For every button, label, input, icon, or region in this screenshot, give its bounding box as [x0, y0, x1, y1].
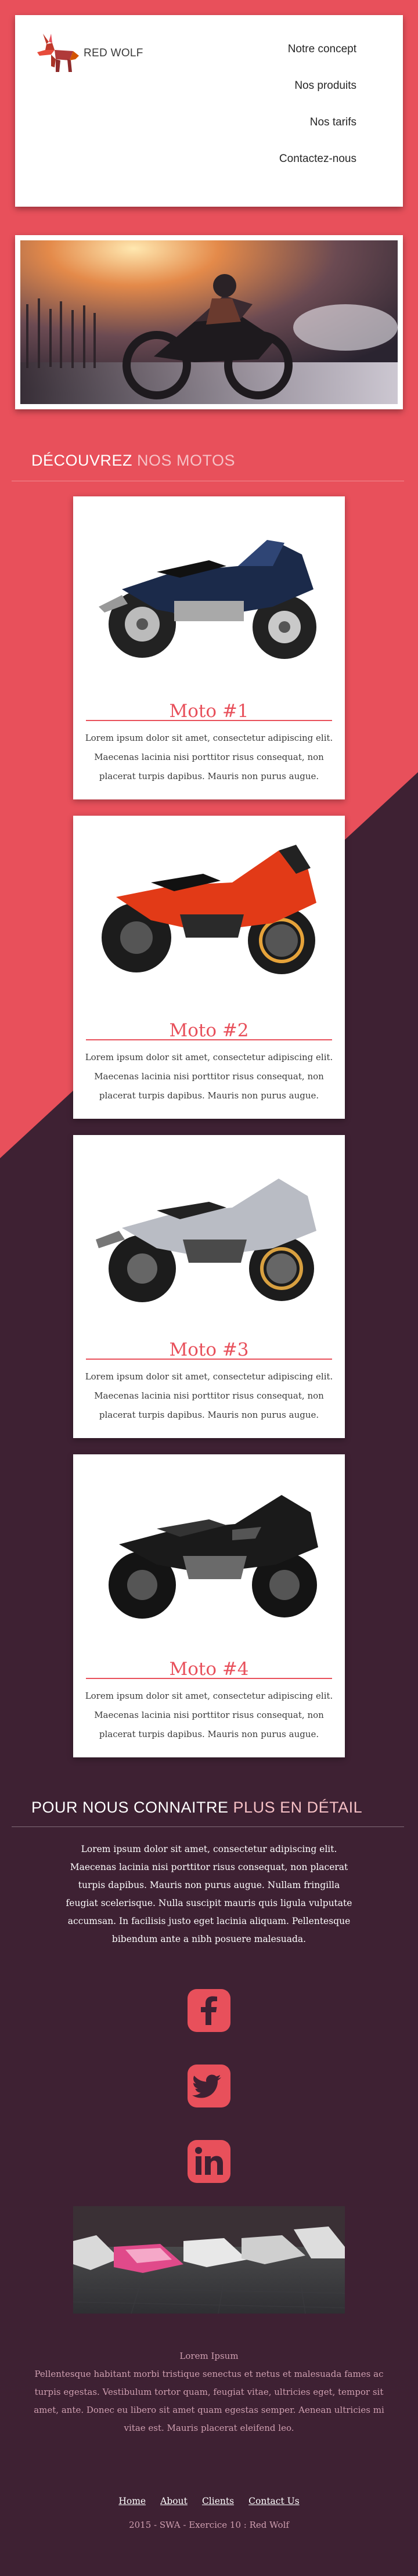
title-underline	[86, 1678, 332, 1679]
title-underline	[86, 1359, 332, 1360]
twitter-icon[interactable]	[188, 2065, 230, 2107]
brand-logo[interactable]: RED WOLF	[35, 33, 143, 74]
product-title: Moto #2	[169, 1020, 249, 1041]
motorcycle-image-4	[109, 1495, 318, 1619]
nav-link-pricing[interactable]: Nos tarifs	[279, 116, 356, 129]
products-section-title: DÉCOUVREZ NOS MOTOS	[31, 452, 235, 470]
footer-heading: Lorem Ipsum	[179, 2351, 239, 2361]
wolf-logo-icon	[37, 34, 79, 72]
section-divider	[12, 1826, 404, 1827]
footer-link-about[interactable]: About	[160, 2496, 188, 2506]
footer-text: Pellentesque habitant morbi tristique se…	[34, 2369, 384, 2433]
facebook-icon[interactable]	[188, 1989, 230, 2032]
product-description: Lorem ipsum dolor sit amet, consectetur …	[85, 733, 333, 781]
hero-banner	[15, 235, 403, 409]
motorcycle-image-2	[102, 845, 316, 974]
nav-link-concept[interactable]: Notre concept	[279, 43, 356, 56]
nav-link-products[interactable]: Nos produits	[279, 80, 356, 92]
product-title: Moto #1	[169, 701, 249, 722]
motorcycle-image-3	[96, 1179, 316, 1302]
section-title-main: DÉCOUVREZ	[31, 452, 133, 469]
about-text: Lorem ipsum dolor sit amet, consectetur …	[66, 1844, 352, 1944]
copyright-text: 2015 - SWA - Exercice 10 : Red Wolf	[129, 2520, 289, 2530]
section-title-accent: NOS MOTOS	[137, 452, 236, 469]
title-underline	[86, 1039, 332, 1040]
about-section-title: POUR NOUS CONNAITRE PLUS EN DÉTAIL	[31, 1799, 362, 1817]
title-underline	[86, 720, 332, 721]
product-card-1[interactable]: Moto #1 Lorem ipsum dolor sit amet, cons…	[73, 496, 345, 799]
product-description: Lorem ipsum dolor sit amet, consectetur …	[85, 1691, 333, 1739]
motorcycle-image-1	[99, 540, 316, 659]
section-title-main: POUR NOUS CONNAITRE	[31, 1799, 229, 1816]
product-description: Lorem ipsum dolor sit amet, consectetur …	[85, 1371, 333, 1420]
product-card-4[interactable]: Moto #4 Lorem ipsum dolor sit amet, cons…	[73, 1454, 345, 1757]
site-header: RED WOLF Notre concept Nos produits Nos …	[15, 15, 403, 207]
product-card-2[interactable]: Moto #2 Lorem ipsum dolor sit amet, cons…	[73, 816, 345, 1119]
footer-link-contact[interactable]: Contact Us	[248, 2496, 300, 2506]
product-title: Moto #4	[169, 1659, 249, 1680]
product-title: Moto #3	[169, 1339, 249, 1360]
hero-motorcycle-image	[20, 240, 398, 404]
footer-links: Home About Clients Contact Us	[0, 2495, 418, 2506]
section-title-accent: PLUS EN DÉTAIL	[233, 1799, 363, 1816]
linkedin-icon[interactable]	[188, 2140, 230, 2183]
product-description: Lorem ipsum dolor sit amet, consectetur …	[85, 1052, 333, 1101]
nav-link-contact[interactable]: Contactez-nous	[279, 153, 356, 165]
sneakers-photo	[73, 2206, 345, 2314]
main-nav: Notre concept Nos produits Nos tarifs Co…	[279, 43, 356, 189]
brand-name: RED WOLF	[84, 47, 143, 59]
footer-link-home[interactable]: Home	[118, 2496, 146, 2506]
product-card-3[interactable]: Moto #3 Lorem ipsum dolor sit amet, cons…	[73, 1135, 345, 1438]
footer-link-clients[interactable]: Clients	[202, 2496, 234, 2506]
